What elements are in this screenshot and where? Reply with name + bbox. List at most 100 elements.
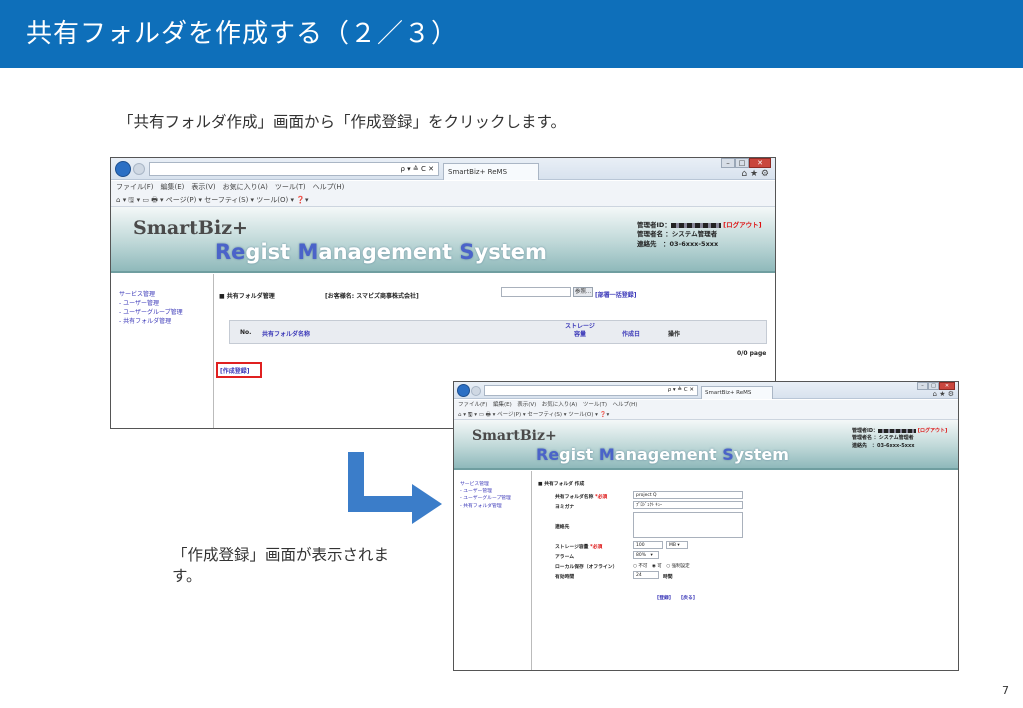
valid-time-unit: 時間 (663, 575, 673, 580)
kana-label: ヨミガナ (555, 505, 575, 510)
rems-logo: Regist Management System (536, 445, 789, 464)
logout-link[interactable]: [ログアウト] (918, 428, 948, 434)
command-items[interactable]: ▾ 🖫 ▾ ▭ 🖶 ▾ ページ(P) ▾ セーフティ(S) ▾ ツール(O) ▾ (123, 196, 294, 204)
rems-banner: SmartBiz+ Regist Management System 管理者ID… (111, 207, 775, 273)
home-star-gear-icons[interactable]: ⌂ ★ ⚙ (933, 390, 954, 398)
help-icon[interactable]: ❓ (600, 412, 607, 418)
admin-name: 管理者名 ：システム管理者 (637, 230, 718, 239)
form-heading: ■ 共有フォルダ 作成 (538, 482, 585, 487)
page-info: 0/0 page (737, 350, 767, 357)
browser-titlebar: ρ ▾ ≙ C ✕ SmartBiz+ ReMS – □ ✕ ⌂ ★ ⚙ (111, 158, 775, 180)
col-no: No. (240, 329, 252, 336)
logo-ystem: ystem (733, 445, 789, 464)
back-button-form[interactable]: [戻る] (681, 594, 695, 601)
alarm-select[interactable]: 80% ▾ (633, 551, 659, 559)
menu-bar[interactable]: ファイル(F) 編集(E) 表示(V) お気に入り(A) ツール(T) ヘルプ(… (454, 400, 958, 410)
contact-textarea[interactable] (633, 512, 743, 538)
local-save-radios[interactable]: ○ 不可 ◉ 可 ○ 強制設定 (633, 563, 690, 569)
nav-shared-folders[interactable]: - 共有フォルダ管理 (119, 317, 213, 326)
storage-label: ストレージ容量 *必須 (555, 543, 602, 550)
address-bar[interactable]: ρ ▾ ≙ C ✕ (149, 162, 439, 176)
forward-button[interactable] (471, 386, 481, 396)
bulk-register-link[interactable]: [部署一括登録] (595, 290, 637, 299)
logo-anagement: anagement (318, 240, 460, 264)
logo-m: M (598, 445, 615, 464)
maximize-button[interactable]: □ (735, 158, 749, 168)
browser-tab[interactable]: SmartBiz+ ReMS (443, 163, 539, 180)
nav-user-groups[interactable]: - ユーザーグループ管理 (119, 308, 213, 317)
logo-gist: gist (559, 445, 599, 464)
address-bar[interactable]: ρ ▾ ≙ C ✕ (484, 385, 698, 396)
valid-time-input[interactable]: 24 (633, 571, 659, 579)
window-controls: – □ ✕ (917, 382, 955, 390)
required-mark: *必須 (590, 545, 603, 550)
admin-id-label: 管理者ID： (852, 428, 879, 434)
customer-name: [お客様名: スマビズ商事株式会社] (325, 293, 419, 300)
page-number: 7 (1002, 684, 1009, 697)
intro-text: 「共有フォルダ作成」画面から「作成登録」をクリックします。 (118, 113, 566, 131)
back-button[interactable] (457, 384, 470, 397)
logo-gist: gist (245, 240, 298, 264)
slide-title: 共有フォルダを作成する（２／３） (0, 0, 1023, 68)
minimize-button[interactable]: – (917, 382, 928, 390)
storage-label-text: ストレージ容量 (555, 545, 589, 550)
browser-tab[interactable]: SmartBiz+ ReMS (701, 386, 773, 399)
maximize-button[interactable]: □ (928, 382, 939, 390)
nav-service[interactable]: サービス管理 (460, 481, 531, 488)
rems-logo: Regist Management System (215, 240, 547, 264)
side-nav: サービス管理 - ユーザー管理 - ユーザーグループ管理 - 共有フォルダ管理 (111, 274, 214, 428)
admin-id-redacted (878, 428, 917, 433)
admin-id-redacted (670, 222, 721, 228)
close-button[interactable]: ✕ (939, 382, 955, 390)
side-nav: サービス管理 - ユーザー管理 - ユーザーグループ管理 - 共有フォルダ管理 (454, 471, 532, 670)
window-controls: – □ ✕ (721, 158, 771, 168)
menu-bar[interactable]: ファイル(F) 編集(E) 表示(V) お気に入り(A) ツール(T) ヘルプ(… (111, 181, 775, 194)
admin-contact: 連絡先 ：03-6xxx-5xxx (852, 442, 915, 449)
nav-shared-folders[interactable]: - 共有フォルダ管理 (460, 503, 531, 510)
nav-user-groups[interactable]: - ユーザーグループ管理 (460, 495, 531, 502)
home-star-gear-icons[interactable]: ⌂ ★ ⚙ (741, 169, 769, 179)
col-folder-name: 共有フォルダ名称 (262, 331, 311, 338)
logo-re: Re (536, 445, 560, 464)
alarm-label: アラーム (555, 555, 575, 560)
browse-button[interactable]: 参照... (573, 287, 593, 297)
storage-unit-select[interactable]: MB ▾ (666, 541, 688, 549)
col-created: 作成日 (622, 331, 641, 338)
col-actions: 操作 (668, 331, 681, 338)
logout-link[interactable]: [ログアウト] (723, 221, 761, 229)
command-bar[interactable]: ⌂ ▾ 🖫 ▾ ▭ 🖶 ▾ ページ(P) ▾ セーフティ(S) ▾ ツール(O)… (454, 410, 958, 420)
nav-users[interactable]: - ユーザー管理 (460, 488, 531, 495)
logo-m: M (297, 240, 319, 264)
create-register-link[interactable]: [作成登録] (220, 366, 250, 375)
browser-titlebar: ρ ▾ ≙ C ✕ SmartBiz+ ReMS – □ ✕ ⌂ ★ ⚙ (454, 382, 958, 399)
admin-name: 管理者名 ：システム管理者 (852, 435, 914, 442)
home-icon[interactable]: ⌂ (116, 196, 120, 204)
col-storage: ストレージ 容量 (565, 323, 595, 338)
admin-info: 管理者ID： [ログアウト] 管理者名 ：システム管理者 連絡先 ：03-6xx… (637, 221, 762, 249)
smartbiz-logo: SmartBiz+ (133, 217, 248, 239)
command-items[interactable]: ▾ 🖫 ▾ ▭ 🖶 ▾ ページ(P) ▾ セーフティ(S) ▾ ツール(O) ▾ (463, 412, 598, 418)
admin-id-label: 管理者ID： (637, 221, 671, 229)
nav-users[interactable]: - ユーザー管理 (119, 299, 213, 308)
folder-name-input[interactable]: project Q (633, 491, 743, 499)
nav-service[interactable]: サービス管理 (119, 290, 213, 299)
home-icon[interactable]: ⌂ (458, 412, 462, 418)
admin-info: 管理者ID： [ログアウト] 管理者名 ：システム管理者 連絡先 ：03-6xx… (852, 428, 947, 450)
contact-label: 連絡先 (555, 525, 570, 530)
file-input[interactable] (501, 287, 571, 297)
minimize-button[interactable]: – (721, 158, 735, 168)
storage-input[interactable]: 100 (633, 541, 663, 549)
logo-s: S (459, 240, 475, 264)
logo-ystem: ystem (474, 240, 547, 264)
close-button[interactable]: ✕ (749, 158, 771, 168)
forward-button[interactable] (133, 163, 145, 175)
back-button[interactable] (115, 161, 131, 177)
kana-input[interactable]: ﾌﾟﾛｼﾞｪｸﾄ ｷｭｰ (633, 501, 743, 509)
flow-arrow-icon (348, 452, 442, 524)
command-bar[interactable]: ⌂ ▾ 🖫 ▾ ▭ 🖶 ▾ ページ(P) ▾ セーフティ(S) ▾ ツール(O)… (111, 194, 775, 207)
local-save-label: ローカル保存（オフライン） (555, 565, 618, 570)
folder-name-label-text: 共有フォルダ名称 (555, 495, 594, 500)
register-button[interactable]: [登録] (657, 594, 671, 601)
folder-name-label: 共有フォルダ名称 *必須 (555, 493, 607, 500)
help-icon[interactable]: ❓ (296, 196, 305, 204)
